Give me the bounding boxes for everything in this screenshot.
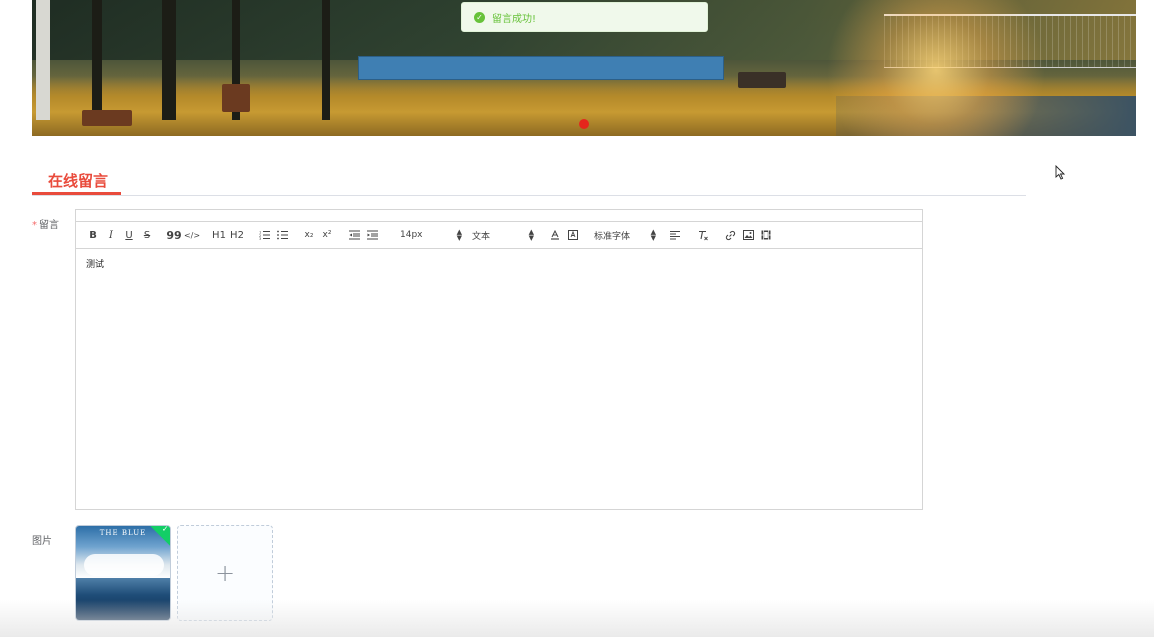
editor-toolbar: B I U S 99 </> H1 H2 123 x₂ x² 14px ▲▼: [76, 222, 922, 249]
rich-text-editor: B I U S 99 </> H1 H2 123 x₂ x² 14px ▲▼: [75, 209, 923, 510]
font-family-value: 标准字体: [594, 231, 631, 242]
toast-message: 留言成功!: [492, 13, 537, 25]
editor-top-strip: [76, 210, 922, 222]
banner-trunk: [162, 0, 176, 120]
banner-trunk: [92, 0, 102, 120]
video-icon[interactable]: [757, 226, 775, 244]
banner-sunlight: [826, 0, 1046, 136]
font-color-icon[interactable]: [546, 226, 564, 244]
chevron-updown-icon: ▲ ▼: [456, 228, 462, 242]
align-icon[interactable]: [666, 226, 684, 244]
link-icon[interactable]: [721, 226, 739, 244]
image-label: 图片: [32, 536, 52, 547]
banner-fence: [358, 56, 724, 80]
header-1-button[interactable]: H1: [210, 226, 228, 244]
carousel-indicator[interactable]: [579, 119, 589, 129]
underline-button[interactable]: U: [120, 226, 138, 244]
font-size-value: 14px: [400, 230, 423, 240]
section-title: 在线留言: [48, 172, 109, 190]
image-icon[interactable]: [739, 226, 757, 244]
subscript-button[interactable]: x₂: [300, 226, 318, 244]
header-picker[interactable]: 文本 ▲ ▼: [472, 226, 534, 244]
success-toast: ✓ 留言成功!: [461, 2, 708, 32]
banner-trunk: [36, 0, 50, 120]
editor-content-area[interactable]: 测试: [76, 249, 922, 510]
indent-icon[interactable]: [363, 226, 381, 244]
clean-format-icon[interactable]: [694, 226, 712, 244]
required-mark: *: [32, 220, 37, 231]
banner-bench: [738, 72, 786, 88]
section-divider: [32, 195, 1026, 196]
check-icon: ✓: [161, 525, 169, 534]
code-block-button[interactable]: </>: [183, 226, 201, 244]
bold-button[interactable]: B: [84, 226, 102, 244]
bottom-fade: [0, 600, 1154, 637]
thumbnail-sea: [76, 577, 170, 620]
blockquote-button[interactable]: 99: [165, 226, 183, 244]
banner-trunk: [322, 0, 330, 120]
message-label-text: 留言: [39, 220, 59, 231]
bullet-list-icon[interactable]: [273, 226, 291, 244]
chevron-updown-icon: ▲ ▼: [528, 228, 534, 242]
uploaded-image-thumbnail[interactable]: THE BLUE ✓: [75, 525, 171, 621]
svg-text:3: 3: [259, 237, 261, 240]
banner-bench: [222, 84, 250, 112]
header-2-button[interactable]: H2: [228, 226, 246, 244]
editor-text: 测试: [86, 260, 105, 270]
background-color-icon[interactable]: [564, 226, 582, 244]
chevron-updown-icon: ▲ ▼: [650, 228, 656, 242]
header-value: 文本: [472, 231, 491, 242]
thumbnail-cloud: [84, 554, 164, 576]
plus-icon: +: [214, 559, 236, 587]
image-upload-button[interactable]: +: [177, 525, 273, 621]
message-label: * 留言: [32, 216, 59, 231]
italic-button[interactable]: I: [102, 226, 120, 244]
superscript-button[interactable]: x²: [318, 226, 336, 244]
font-size-picker[interactable]: 14px ▲ ▼: [400, 226, 462, 244]
ordered-list-icon[interactable]: 123: [255, 226, 273, 244]
outdent-icon[interactable]: [345, 226, 363, 244]
mouse-cursor-icon: [1055, 164, 1066, 184]
success-check-icon: ✓: [474, 11, 485, 23]
strike-button[interactable]: S: [138, 226, 156, 244]
banner-bench: [82, 110, 132, 126]
font-family-picker[interactable]: 标准字体 ▲ ▼: [594, 226, 656, 244]
